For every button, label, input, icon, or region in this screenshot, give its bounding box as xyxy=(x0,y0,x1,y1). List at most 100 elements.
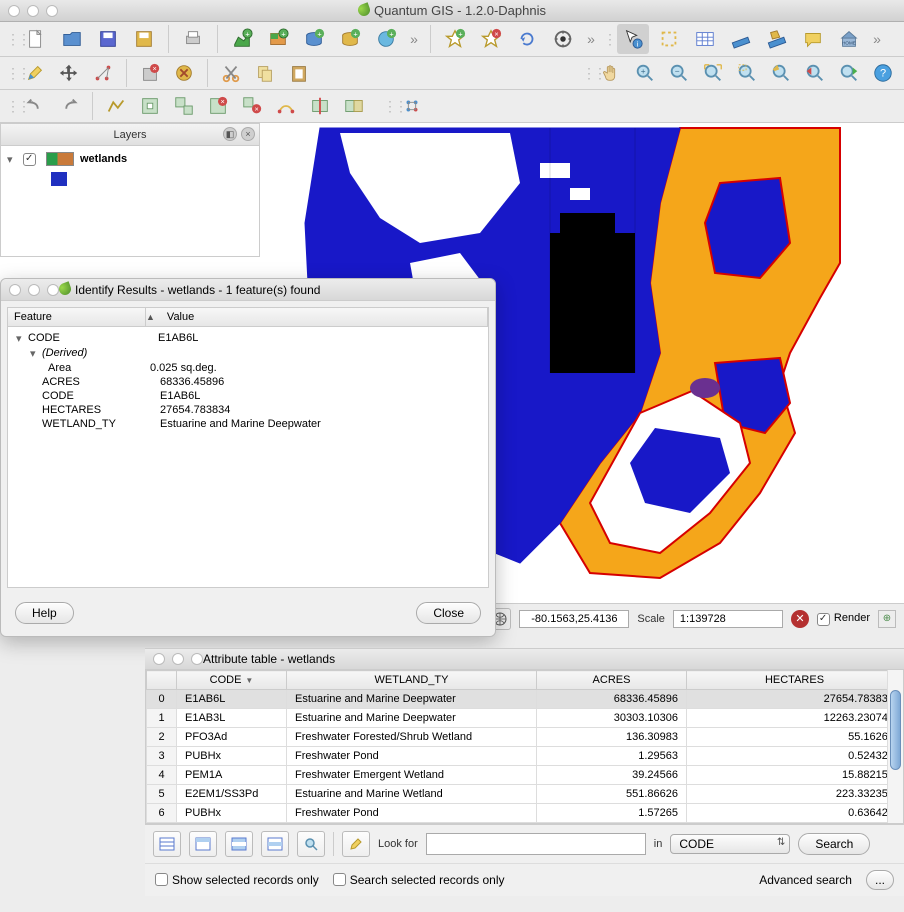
scale-input[interactable]: 1:139728 xyxy=(673,610,783,628)
zoom-last-button[interactable] xyxy=(800,59,830,87)
reshape-button[interactable] xyxy=(271,92,301,120)
zoom-to-selected-button[interactable] xyxy=(297,831,325,857)
cell-wetland-ty[interactable]: Freshwater Forested/Shrub Wetland xyxy=(287,728,537,747)
table-row[interactable]: 4PEM1AFreshwater Emergent Wetland39.2456… xyxy=(147,766,903,785)
layer-row[interactable]: ▾ wetlands xyxy=(7,150,253,168)
cell-hectares[interactable]: 0.524322 xyxy=(687,747,903,766)
table-row[interactable]: 3PUBHxFreshwater Pond1.295630.524322 xyxy=(147,747,903,766)
move-feature-button[interactable] xyxy=(54,59,84,87)
identify-row[interactable]: CODEE1AB6L xyxy=(8,389,488,403)
toolbar-handle-icon[interactable]: ⋮⋮ xyxy=(6,65,16,82)
cell-hectares[interactable]: 223.332353 xyxy=(687,785,903,804)
cell-code[interactable]: E1AB6L xyxy=(177,690,287,709)
identify-row[interactable]: ▾CODEE1AB6L xyxy=(8,331,488,346)
rotate-point-button[interactable] xyxy=(397,92,427,120)
cell-code[interactable]: E1AB3L xyxy=(177,709,287,728)
search-selected-checkbox[interactable] xyxy=(333,873,346,886)
scrollbar-thumb[interactable] xyxy=(890,690,901,770)
identify-row[interactable]: ACRES68336.45896 xyxy=(8,375,488,389)
show-selected-checkbox-label[interactable]: Show selected records only xyxy=(155,873,319,887)
search-input[interactable] xyxy=(426,833,646,855)
row-index[interactable]: 0 xyxy=(147,690,177,709)
cell-code[interactable]: E2EM1/SS3Pd xyxy=(177,785,287,804)
zoom-in-button[interactable]: + xyxy=(630,59,660,87)
table-row[interactable]: 6PUBHxFreshwater Pond1.572650.636429 xyxy=(147,804,903,823)
move-selection-top-button[interactable] xyxy=(189,831,217,857)
cell-hectares[interactable]: 15.882155 xyxy=(687,766,903,785)
window-close-icon[interactable] xyxy=(8,5,20,17)
search-button[interactable]: Search xyxy=(798,833,870,855)
render-checkbox-label[interactable]: Render xyxy=(817,612,870,626)
cut-button[interactable] xyxy=(216,59,246,87)
identify-header-value[interactable]: Value xyxy=(161,308,488,326)
column-header-code[interactable]: CODE▼ xyxy=(177,671,287,690)
dialog-minimize-icon[interactable] xyxy=(172,653,184,665)
table-row[interactable]: 1E1AB3LEstuarine and Marine Deepwater303… xyxy=(147,709,903,728)
add-spatialite-layer-button[interactable]: + xyxy=(334,24,366,54)
toolbar-handle-icon[interactable]: ⋮⋮ xyxy=(582,65,592,82)
toolbar-overflow-icon[interactable]: » xyxy=(583,31,599,47)
zoom-out-button[interactable]: − xyxy=(664,59,694,87)
attribute-table[interactable]: CODE▼ WETLAND_TY ACRES HECTARES 0E1AB6LE… xyxy=(146,670,903,823)
cell-wetland-ty[interactable]: Estuarine and Marine Deepwater xyxy=(287,709,537,728)
window-minimize-icon[interactable] xyxy=(27,5,39,17)
stop-render-button[interactable]: ✕ xyxy=(791,610,809,628)
panel-undock-icon[interactable]: ◧ xyxy=(223,127,237,141)
render-checkbox[interactable] xyxy=(817,613,830,626)
toggle-editing-button[interactable] xyxy=(342,831,370,857)
show-bookmarks-button[interactable]: × xyxy=(475,24,507,54)
refresh-button[interactable] xyxy=(511,24,543,54)
toolbar-handle-icon[interactable]: ⋮⋮ xyxy=(383,98,393,115)
copy-button[interactable] xyxy=(250,59,280,87)
split-features-button[interactable] xyxy=(305,92,335,120)
save-as-button[interactable] xyxy=(128,24,160,54)
identify-tree[interactable]: Feature ▲ Value ▾CODEE1AB6L ▾(Derived) A… xyxy=(7,307,489,588)
dialog-zoom-icon[interactable] xyxy=(47,284,59,296)
table-row[interactable]: 0E1AB6LEstuarine and Marine Deepwater683… xyxy=(147,690,903,709)
zoom-next-button[interactable] xyxy=(834,59,864,87)
cell-wetland-ty[interactable]: Estuarine and Marine Deepwater xyxy=(287,690,537,709)
delete-selected-button[interactable]: × xyxy=(135,59,165,87)
add-vector-layer-button[interactable]: + xyxy=(226,24,258,54)
cell-wetland-ty[interactable]: Freshwater Pond xyxy=(287,747,537,766)
cell-acres[interactable]: 68336.45896 xyxy=(537,690,687,709)
merge-features-button[interactable] xyxy=(339,92,369,120)
advanced-search-link[interactable]: Advanced search xyxy=(759,873,852,887)
toolbar-handle-icon[interactable]: ⋮⋮ xyxy=(6,31,16,48)
row-index[interactable]: 3 xyxy=(147,747,177,766)
home-extent-button[interactable]: HOME xyxy=(833,24,865,54)
zoom-selection-button[interactable] xyxy=(732,59,762,87)
toolbar-overflow-icon[interactable]: » xyxy=(406,31,422,47)
toolbar-handle-icon[interactable]: ⋮⋮ xyxy=(603,31,613,48)
search-selected-checkbox-label[interactable]: Search selected records only xyxy=(333,873,505,887)
cell-wetland-ty[interactable]: Freshwater Emergent Wetland xyxy=(287,766,537,785)
measure-line-button[interactable] xyxy=(725,24,757,54)
cell-code[interactable]: PUBHx xyxy=(177,747,287,766)
add-postgis-layer-button[interactable]: + xyxy=(298,24,330,54)
dialog-zoom-icon[interactable] xyxy=(191,653,203,665)
row-index[interactable]: 1 xyxy=(147,709,177,728)
cell-acres[interactable]: 1.29563 xyxy=(537,747,687,766)
disclosure-icon[interactable]: ▾ xyxy=(7,153,17,166)
row-index[interactable]: 5 xyxy=(147,785,177,804)
identify-row[interactable]: HECTARES27654.783834 xyxy=(8,403,488,417)
projection-icon[interactable]: ⊕ xyxy=(878,610,896,628)
dialog-close-icon[interactable] xyxy=(9,284,21,296)
row-index[interactable]: 6 xyxy=(147,804,177,823)
measure-area-button[interactable] xyxy=(761,24,793,54)
add-wms-layer-button[interactable]: + xyxy=(370,24,402,54)
delete-feature-button[interactable] xyxy=(169,59,199,87)
cell-acres[interactable]: 30303.10306 xyxy=(537,709,687,728)
style-manager-button[interactable] xyxy=(547,24,579,54)
zoom-layer-button[interactable] xyxy=(766,59,796,87)
open-project-button[interactable] xyxy=(56,24,88,54)
cell-acres[interactable]: 136.30983 xyxy=(537,728,687,747)
cell-hectares[interactable]: 27654.783834 xyxy=(687,690,903,709)
panel-close-icon[interactable]: × xyxy=(241,127,255,141)
cell-acres[interactable]: 39.24566 xyxy=(537,766,687,785)
column-header-wetland-ty[interactable]: WETLAND_TY xyxy=(287,671,537,690)
table-row[interactable]: 2PFO3AdFreshwater Forested/Shrub Wetland… xyxy=(147,728,903,747)
column-header-hectares[interactable]: HECTARES xyxy=(687,671,903,690)
window-zoom-icon[interactable] xyxy=(46,5,58,17)
layer-visibility-checkbox[interactable] xyxy=(23,153,36,166)
